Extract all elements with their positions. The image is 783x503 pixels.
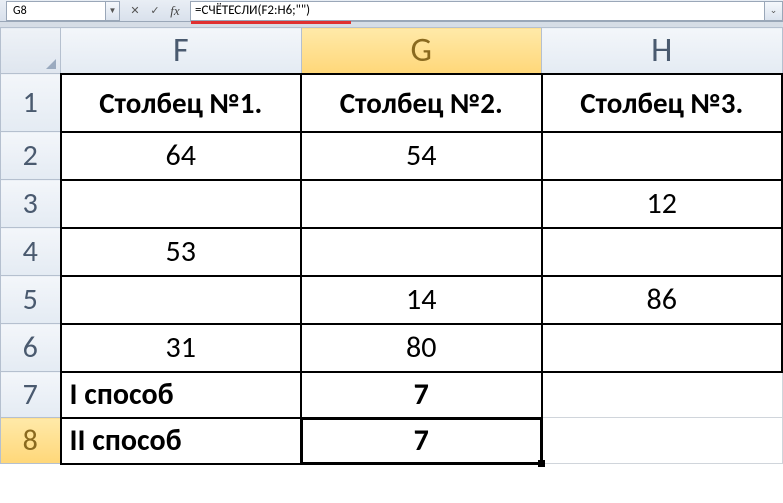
cell-H3[interactable]: 12 <box>542 180 783 228</box>
cell-F8[interactable]: II способ <box>61 418 302 464</box>
formula-input[interactable]: =СЧЁТЕСЛИ(F2:H6;"") <box>190 1 765 21</box>
col-header-H[interactable]: H <box>542 28 783 74</box>
cell-H2[interactable] <box>542 132 783 180</box>
col-header-F[interactable]: F <box>61 28 302 74</box>
cell-G7[interactable]: 7 <box>301 372 542 418</box>
row-7: 7 I способ 7 <box>1 372 783 418</box>
cancel-icon[interactable]: ✕ <box>126 2 144 20</box>
cell-G2[interactable]: 54 <box>301 132 542 180</box>
column-header-row: F G H <box>1 28 783 74</box>
row-header-5[interactable]: 5 <box>1 276 61 324</box>
row-header-1[interactable]: 1 <box>1 74 61 132</box>
select-all-corner[interactable] <box>1 28 61 74</box>
cell-G6[interactable]: 80 <box>301 324 542 372</box>
row-4: 4 53 <box>1 228 783 276</box>
row-header-8[interactable]: 8 <box>1 418 61 464</box>
cell-G8[interactable]: 7 <box>301 418 542 464</box>
cell-H8[interactable] <box>542 418 783 464</box>
row-header-2[interactable]: 2 <box>1 132 61 180</box>
name-box-value: G8 <box>13 4 27 18</box>
cell-H4[interactable] <box>542 228 783 276</box>
cell-F2[interactable]: 64 <box>61 132 302 180</box>
formula-bar: G8 ▼ ✕ ✓ fx =СЧЁТЕСЛИ(F2:H6;"") ⌄ <box>0 0 783 22</box>
row-8: 8 II способ 7 <box>1 418 783 464</box>
cell-G3[interactable] <box>301 180 542 228</box>
cell-F1[interactable]: Столбец №1. <box>61 74 302 132</box>
row-header-3[interactable]: 3 <box>1 180 61 228</box>
grid-table: F G H 1 Столбец №1. Столбец №2. Столбец … <box>0 27 783 465</box>
fx-icon[interactable]: fx <box>166 2 184 20</box>
row-2: 2 64 54 <box>1 132 783 180</box>
row-header-4[interactable]: 4 <box>1 228 61 276</box>
cell-G5[interactable]: 14 <box>301 276 542 324</box>
cell-F6[interactable]: 31 <box>61 324 302 372</box>
row-6: 6 31 80 <box>1 324 783 372</box>
cell-G4[interactable] <box>301 228 542 276</box>
cell-H1[interactable]: Столбец №3. <box>542 74 783 132</box>
expand-formula-bar-icon[interactable]: ⌄ <box>765 1 783 21</box>
cell-F7[interactable]: I способ <box>61 372 302 418</box>
row-5: 5 14 86 <box>1 276 783 324</box>
formula-text: =СЧЁТЕСЛИ(F2:H6;"") <box>195 3 310 18</box>
row-1: 1 Столбец №1. Столбец №2. Столбец №3. <box>1 74 783 132</box>
worksheet-grid[interactable]: F G H 1 Столбец №1. Столбец №2. Столбец … <box>0 27 783 503</box>
col-header-G[interactable]: G <box>301 28 542 74</box>
row-3: 3 12 <box>1 180 783 228</box>
name-box[interactable]: G8 <box>6 1 106 21</box>
formula-buttons: ✕ ✓ fx <box>126 2 184 20</box>
annotation-underline <box>191 21 351 24</box>
cell-G1[interactable]: Столбец №2. <box>301 74 542 132</box>
cell-F4[interactable]: 53 <box>61 228 302 276</box>
row-header-7[interactable]: 7 <box>1 372 61 418</box>
cell-H6[interactable] <box>542 324 783 372</box>
enter-icon[interactable]: ✓ <box>146 2 164 20</box>
cell-H5[interactable]: 86 <box>542 276 783 324</box>
cell-H7[interactable] <box>542 372 783 418</box>
row-header-6[interactable]: 6 <box>1 324 61 372</box>
name-box-dropdown[interactable]: ▼ <box>106 1 120 21</box>
cell-F3[interactable] <box>61 180 302 228</box>
cell-F5[interactable] <box>61 276 302 324</box>
